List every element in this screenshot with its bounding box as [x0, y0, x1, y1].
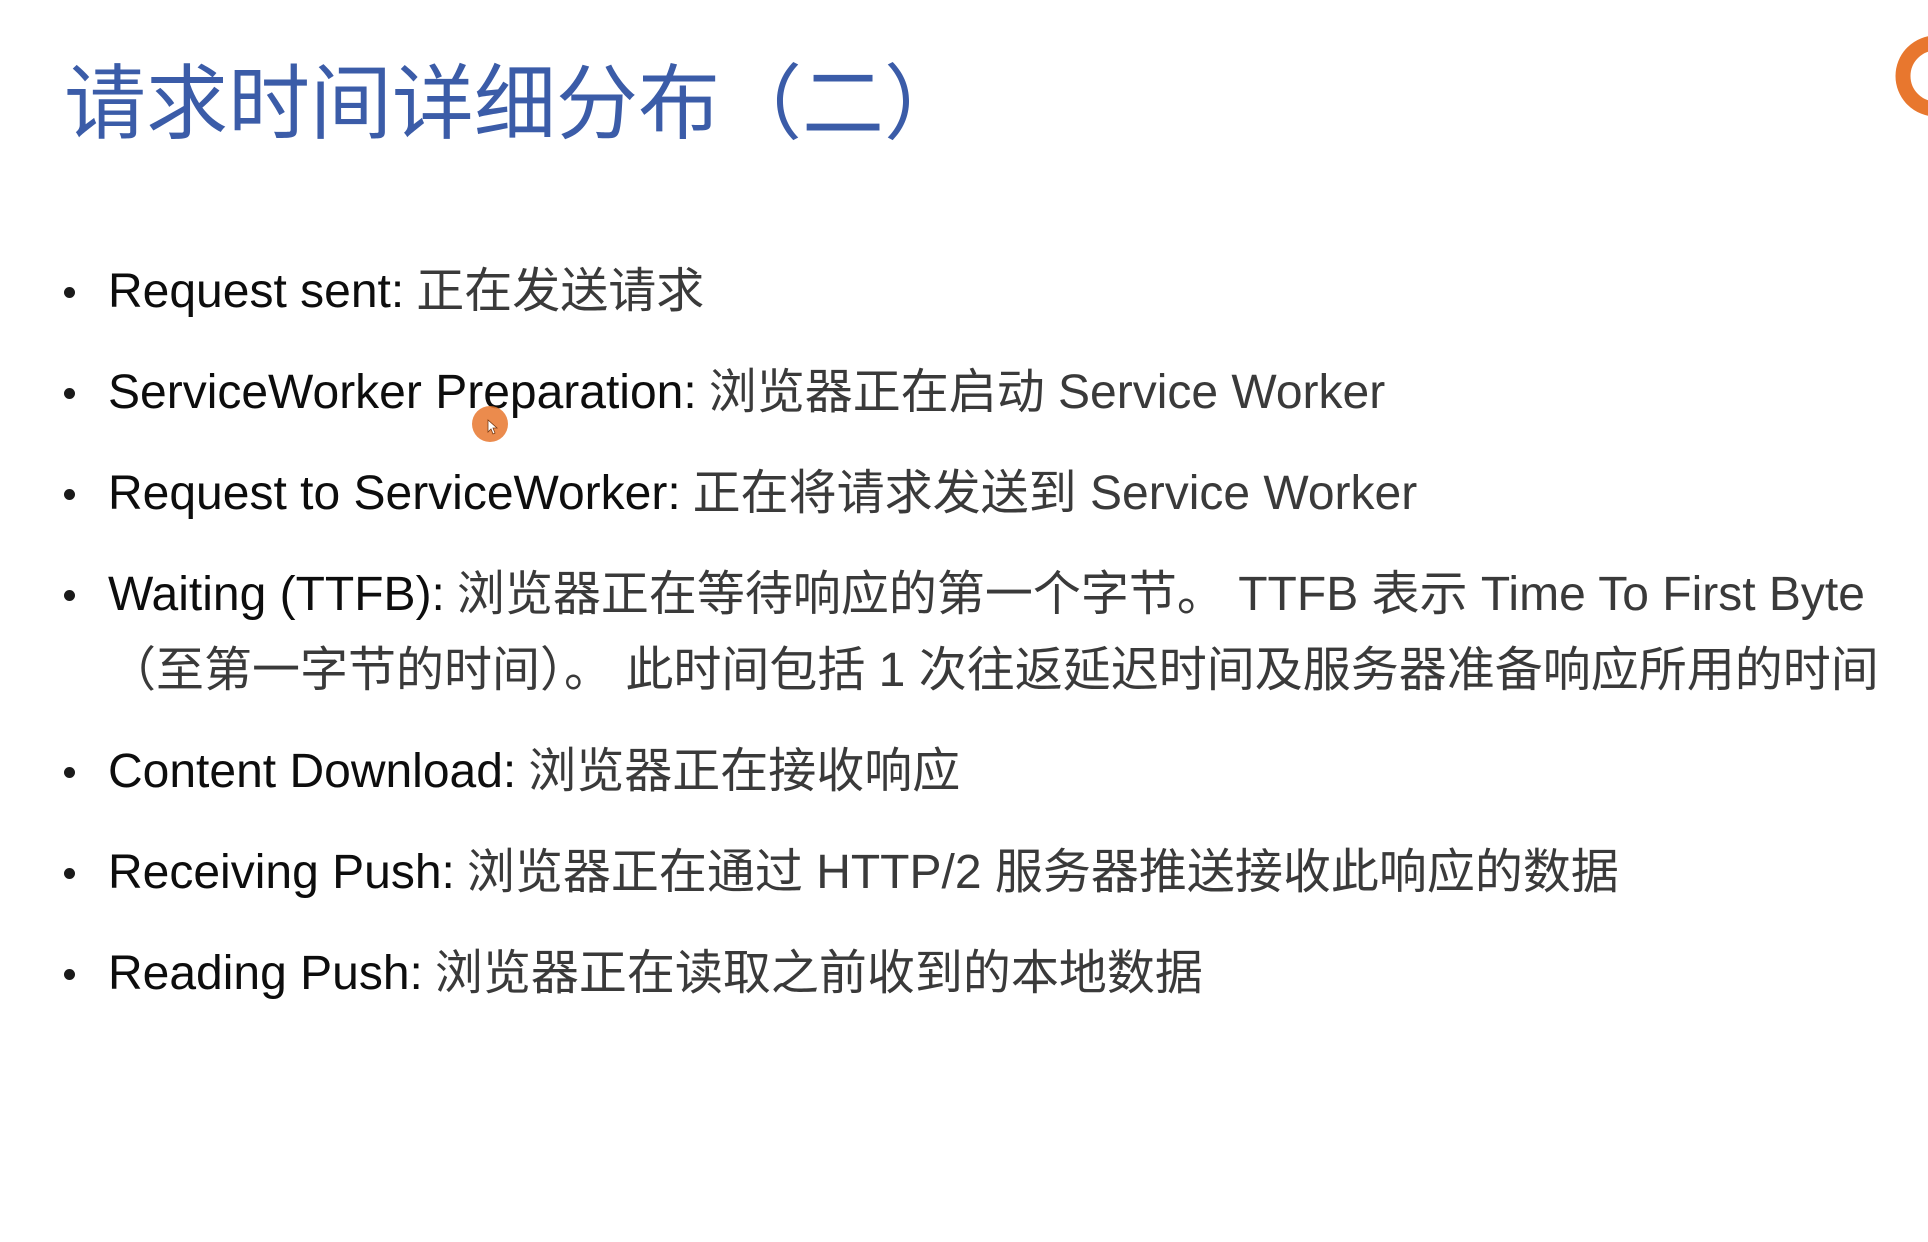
item-description: 浏览器正在读取之前收到的本地数据	[434, 947, 1203, 1000]
item-label: ServiceWorker Preparation:	[108, 366, 697, 419]
item-label: Request to ServiceWorker:	[108, 467, 681, 520]
list-item: Request sent: 正在发送请求	[60, 254, 1890, 330]
bullet-icon	[64, 489, 75, 500]
bullet-icon	[64, 590, 75, 601]
bullet-icon	[64, 868, 75, 879]
bullet-icon	[64, 969, 75, 980]
list-item: Receiving Push: 浏览器正在通过 HTTP/2 服务器推送接收此响应…	[60, 835, 1890, 911]
item-label: Reading Push:	[108, 947, 423, 1000]
list-item: Content Download: 浏览器正在接收响应	[60, 734, 1890, 810]
item-description: 浏览器正在启动 Service Worker	[708, 366, 1386, 419]
orange-logo-icon	[1890, 30, 1928, 122]
mouse-cursor-icon	[470, 404, 510, 444]
bullet-icon	[64, 388, 75, 399]
list-item: ServiceWorker Preparation: 浏览器正在启动 Servic…	[60, 355, 1890, 431]
item-description: 浏览器正在通过 HTTP/2 服务器推送接收此响应的数据	[466, 846, 1619, 899]
item-description: 浏览器正在接收响应	[528, 745, 961, 798]
list-item: Request to ServiceWorker: 正在将请求发送到 Servic…	[60, 456, 1890, 532]
item-description: 正在将请求发送到 Service Worker	[692, 467, 1418, 520]
item-label: Content Download:	[108, 745, 517, 798]
slide-title: 请求时间详细分布（二）	[64, 59, 967, 150]
list-item: Waiting (TTFB): 浏览器正在等待响应的第一个字节。 TTFB 表示 …	[60, 557, 1890, 709]
list-item: Reading Push: 浏览器正在读取之前收到的本地数据	[60, 936, 1890, 1012]
item-description: 正在发送请求	[416, 265, 705, 318]
bullet-list: Request sent: 正在发送请求 ServiceWorker Prepar…	[60, 254, 1890, 1037]
item-label: Request sent:	[108, 265, 405, 318]
item-label: Waiting (TTFB):	[108, 568, 445, 621]
bullet-icon	[64, 287, 75, 298]
item-label: Receiving Push:	[108, 846, 455, 899]
bullet-icon	[64, 767, 75, 778]
